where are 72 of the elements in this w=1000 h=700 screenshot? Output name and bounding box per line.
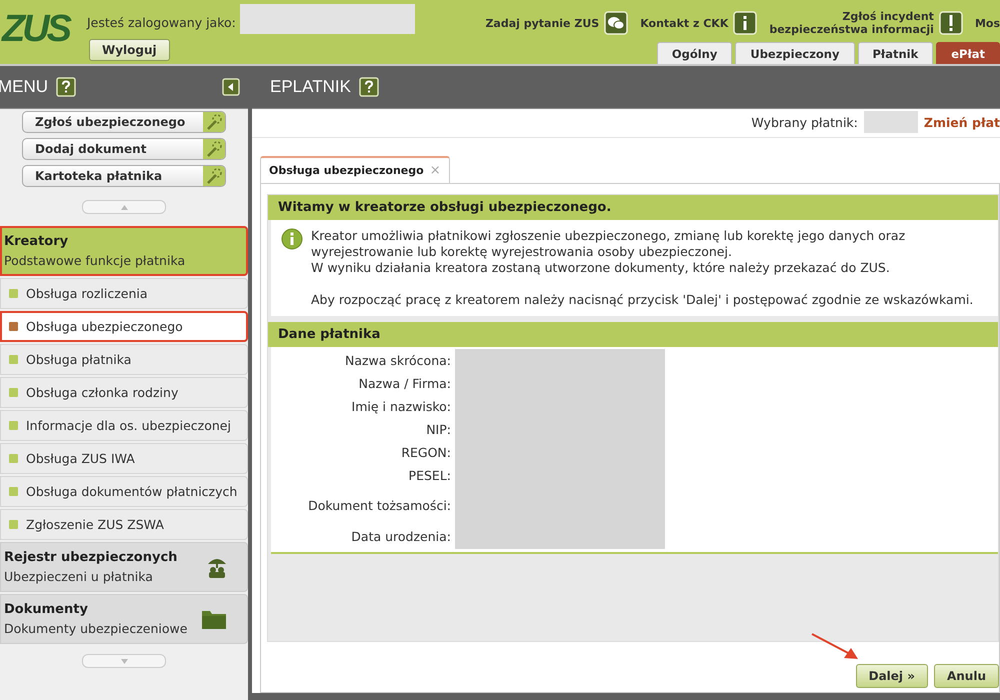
menu-section[interactable]: Dokumenty Dokumenty ubezpieczeniowe	[0, 594, 248, 644]
bullet-icon	[9, 388, 18, 397]
field-label: Nazwa skrócona:	[344, 352, 451, 370]
field-label: Nazwa / Firma:	[358, 375, 451, 393]
quick-button[interactable]: Dodaj dokument	[22, 138, 226, 160]
field-label: Imię i nazwisko:	[350, 398, 451, 416]
bullet-icon	[9, 322, 18, 331]
field-label: NIP:	[425, 421, 451, 439]
help-icon[interactable]	[358, 77, 379, 97]
wand-icon	[203, 166, 225, 186]
info-icon	[733, 11, 758, 35]
panel-title: EPLATNIK	[270, 77, 351, 97]
section-subtitle: Ubezpieczeni u płatnika	[4, 569, 154, 584]
section-title: Rejestr ubezpieczonych	[4, 550, 178, 565]
bullet-icon	[9, 355, 18, 364]
up-icon	[120, 204, 128, 210]
field-label: PESEL:	[408, 467, 451, 485]
menu-item[interactable]: Obsługa ubezpieczonego	[0, 311, 248, 342]
bullet-icon	[9, 289, 18, 298]
header-link[interactable]: Zgłoś incydent bezpieczeństwa informacji	[769, 10, 963, 36]
section-title: Dokumenty	[4, 602, 89, 617]
alert-icon	[938, 11, 963, 35]
field-label: Data urodzenia:	[350, 528, 451, 546]
bullet-icon	[9, 421, 18, 430]
bullet-icon	[9, 487, 18, 496]
down-icon	[120, 658, 128, 664]
payer-label: Wybrany płatnik:	[751, 114, 858, 130]
info-text: Kreator umożliwia płatnikowi zgłoszenie ubezpieczonego, zmianę lub korektę jego danych oraz wyrejestrowanie lub korektę wyrejestrowania osoby ubezpieczonej.	[311, 228, 906, 260]
nav-tab[interactable]: Ubezpieczony	[735, 42, 854, 64]
section-subtitle: Podstawowe funkcje płatnika	[4, 253, 186, 268]
header-link[interactable]: Zadaj pytanie ZUS	[485, 11, 628, 35]
login-label: Jesteś zalogowany jako:	[87, 14, 236, 30]
bullet-icon	[9, 454, 18, 463]
nav-tab[interactable]: Płatnik	[858, 42, 934, 64]
collapse-icon[interactable]	[222, 78, 240, 96]
redacted-block	[864, 111, 918, 133]
menu-item[interactable]: Obsługa członka rodziny	[0, 377, 248, 408]
section-title: Kreatory	[4, 234, 70, 249]
section-subtitle: Dokumenty ubezpieczeniowe	[4, 621, 188, 636]
wand-icon	[203, 139, 225, 159]
section-header: Witamy w kreatorze obsługi ubezpieczonego.	[268, 195, 998, 220]
header-link[interactable]: Kontakt z CKK	[640, 11, 758, 35]
menu-item[interactable]: Obsługa płatnika	[0, 344, 248, 375]
change-payer-link[interactable]: Zmień płat	[924, 114, 1000, 130]
section-header: Dane płatnika	[268, 322, 998, 347]
menu-section[interactable]: Kreatory Podstawowe funkcje płatnika	[0, 226, 248, 276]
wizard-button[interactable]: Dalej »	[856, 664, 928, 688]
menu-section[interactable]: Rejestr ubezpieczonych Ubezpieczeni u płatnika	[0, 542, 248, 592]
menu-item[interactable]: Obsługa dokumentów płatniczych	[0, 476, 248, 507]
quick-button[interactable]: Zgłoś ubezpieczonego	[22, 111, 226, 133]
wand-icon	[203, 112, 225, 132]
header-link[interactable]: Mos	[974, 16, 1000, 30]
menu-item[interactable]: Obsługa ZUS IWA	[0, 443, 248, 474]
nav-tab[interactable]: Ogólny	[656, 42, 732, 64]
menu-item[interactable]: Obsługa rozliczenia	[0, 278, 248, 309]
help-icon[interactable]	[56, 77, 76, 97]
bullet-icon	[9, 520, 18, 529]
menu-item[interactable]: Informacje dla os. ubezpieczonej	[0, 410, 248, 441]
info-icon	[281, 228, 303, 250]
folder-icon	[201, 608, 227, 630]
field-label: REGON:	[400, 444, 451, 462]
zus-logo: ZUS	[2, 8, 71, 52]
quick-button[interactable]: Kartoteka płatnika	[22, 165, 226, 187]
wizard-button[interactable]: Anulu	[934, 664, 999, 688]
info-text: Aby rozpocząć pracę z kreatorem należy nacisnąć przycisk 'Dalej' i postępować zgodnie ze wskazówkami.	[311, 292, 974, 308]
menu-item[interactable]: Zgłoszenie ZUS ZSWA	[0, 509, 248, 540]
document-tab[interactable]: Obsługa ubezpieczonego ×	[260, 156, 450, 183]
chat-icon	[604, 11, 628, 35]
logout-button[interactable]: Wyloguj	[89, 39, 170, 61]
nav-tab[interactable]: ePłat	[936, 42, 1000, 64]
info-text: W wyniku działania kreatora zostaną utworzone dokumenty, które należy przekazać do ZUS.	[311, 260, 891, 276]
field-label: Dokument tożsamości:	[307, 497, 451, 515]
